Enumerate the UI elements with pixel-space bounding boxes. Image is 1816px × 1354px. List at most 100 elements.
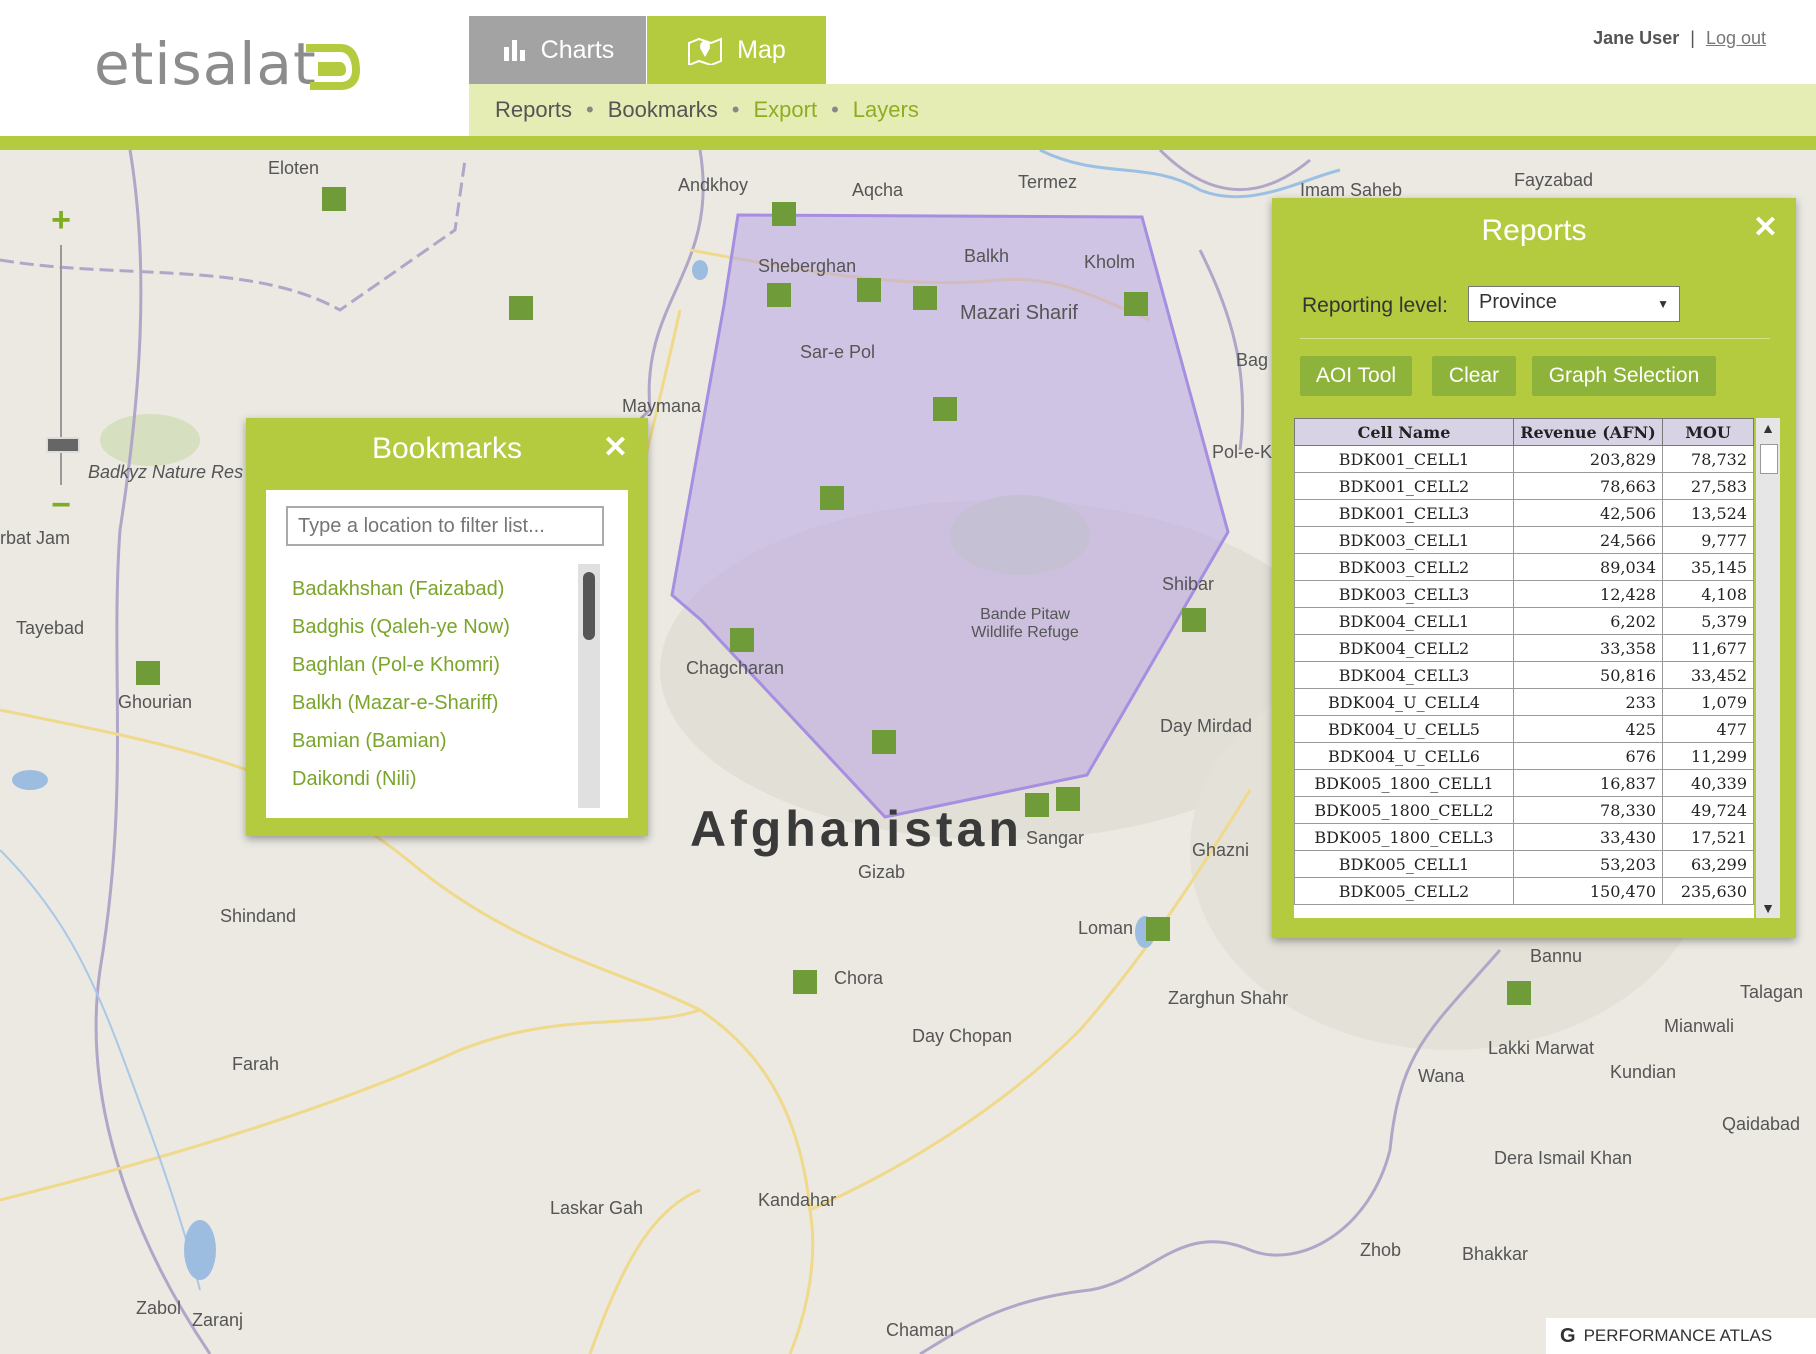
app-header: etisalat Charts Map Reports • Bookmarks … bbox=[0, 0, 1816, 140]
subnav-export[interactable]: Export bbox=[754, 97, 818, 123]
subnav-layers[interactable]: Layers bbox=[853, 97, 919, 123]
table-row[interactable]: BDK005_CELL1 53,203 63,299 bbox=[1294, 850, 1754, 878]
cell-marker[interactable] bbox=[1056, 787, 1080, 811]
divider bbox=[1300, 338, 1770, 339]
table-row[interactable]: BDK003_CELL2 89,034 35,145 bbox=[1294, 553, 1754, 581]
revenue-value: 12,428 bbox=[1513, 580, 1663, 608]
bookmark-list: Badakhshan (Faizabad) Badghis (Qaleh-ye … bbox=[292, 570, 582, 798]
cell-marker[interactable] bbox=[322, 187, 346, 211]
cell-marker[interactable] bbox=[913, 286, 937, 310]
scrollbar-thumb[interactable] bbox=[1760, 444, 1778, 474]
cell-marker[interactable] bbox=[772, 202, 796, 226]
sub-navigation: Reports • Bookmarks • Export • Layers bbox=[469, 84, 1816, 136]
subnav-reports[interactable]: Reports bbox=[495, 97, 572, 123]
bookmark-item[interactable]: Balkh (Mazar-e-Shariff) bbox=[292, 684, 582, 722]
logout-link[interactable]: Log out bbox=[1706, 28, 1766, 48]
cell-name: BDK005_1800_CELL2 bbox=[1294, 796, 1514, 824]
place-label: Day Chopan bbox=[912, 1026, 1013, 1046]
aoi-tool-button[interactable]: AOI Tool bbox=[1300, 356, 1412, 396]
table-row[interactable]: BDK003_CELL1 24,566 9,777 bbox=[1294, 526, 1754, 554]
place-label: Aqcha bbox=[852, 180, 904, 200]
scroll-up-icon[interactable]: ▲ bbox=[1756, 420, 1780, 436]
zoom-out-button[interactable]: − bbox=[44, 488, 78, 522]
table-row[interactable]: BDK005_1800_CELL3 33,430 17,521 bbox=[1294, 823, 1754, 851]
mou-value: 477 bbox=[1662, 715, 1754, 743]
cell-marker[interactable] bbox=[1146, 917, 1170, 941]
table-row[interactable]: BDK005_CELL2 150,470 235,630 bbox=[1294, 877, 1754, 905]
close-icon[interactable]: ✕ bbox=[1753, 210, 1778, 245]
table-row[interactable]: BDK004_CELL1 6,202 5,379 bbox=[1294, 607, 1754, 635]
cell-marker[interactable] bbox=[136, 661, 160, 685]
header-rule bbox=[0, 136, 1816, 150]
bookmark-filter-input[interactable] bbox=[286, 506, 604, 546]
place-label: Zabol bbox=[136, 1298, 182, 1318]
cell-marker[interactable] bbox=[857, 278, 881, 302]
column-header-mou[interactable]: MOU bbox=[1662, 418, 1754, 446]
table-row[interactable]: BDK004_CELL3 50,816 33,452 bbox=[1294, 661, 1754, 689]
cell-name: BDK001_CELL2 bbox=[1294, 472, 1514, 500]
revenue-value: 50,816 bbox=[1513, 661, 1663, 689]
bookmark-item[interactable]: Badghis (Qaleh-ye Now) bbox=[292, 608, 582, 646]
table-row[interactable]: BDK004_CELL2 33,358 11,677 bbox=[1294, 634, 1754, 662]
bookmarks-body: Badakhshan (Faizabad) Badghis (Qaleh-ye … bbox=[266, 490, 628, 818]
place-label: Mazari Sharif bbox=[960, 302, 1078, 324]
scroll-down-icon[interactable]: ▼ bbox=[1756, 900, 1780, 916]
subnav-bookmarks[interactable]: Bookmarks bbox=[608, 97, 718, 123]
cell-marker[interactable] bbox=[933, 397, 957, 421]
performance-atlas-badge: G PERFORMANCE ATLAS bbox=[1546, 1318, 1816, 1354]
mou-value: 17,521 bbox=[1662, 823, 1754, 851]
place-label: Mianwali bbox=[1664, 1016, 1735, 1036]
place-label: Kandahar bbox=[758, 1190, 837, 1210]
close-icon[interactable]: ✕ bbox=[603, 430, 628, 465]
place-label: Day Mirdad bbox=[1160, 716, 1253, 736]
bookmark-item[interactable]: Baghlan (Pol-e Khomri) bbox=[292, 646, 582, 684]
mou-value: 13,524 bbox=[1662, 499, 1754, 527]
table-row[interactable]: BDK004_U_CELL5 425 477 bbox=[1294, 715, 1754, 743]
etisalat-logo: etisalat bbox=[94, 30, 317, 98]
cell-marker[interactable] bbox=[820, 486, 844, 510]
cell-marker[interactable] bbox=[730, 628, 754, 652]
table-row[interactable]: BDK001_CELL3 42,506 13,524 bbox=[1294, 499, 1754, 527]
scrollbar-thumb[interactable] bbox=[583, 572, 595, 640]
chevron-down-icon: ▼ bbox=[1657, 297, 1669, 311]
bookmark-item[interactable]: Bamian (Bamian) bbox=[292, 722, 582, 760]
bookmark-item[interactable]: Badakhshan (Faizabad) bbox=[292, 570, 582, 608]
cell-marker[interactable] bbox=[793, 970, 817, 994]
table-row[interactable]: BDK001_CELL2 78,663 27,583 bbox=[1294, 472, 1754, 500]
tab-map[interactable]: Map bbox=[647, 16, 826, 84]
clear-button[interactable]: Clear bbox=[1432, 356, 1516, 396]
place-label: Lakki Marwat bbox=[1488, 1038, 1595, 1058]
bookmark-scrollbar[interactable] bbox=[578, 564, 600, 808]
cell-name: BDK003_CELL2 bbox=[1294, 553, 1514, 581]
place-label: Chora bbox=[834, 968, 884, 988]
graph-selection-button[interactable]: Graph Selection bbox=[1532, 356, 1716, 396]
table-row[interactable]: BDK001_CELL1 203,829 78,732 bbox=[1294, 445, 1754, 473]
column-header-cell-name[interactable]: Cell Name bbox=[1294, 418, 1514, 446]
reporting-level-select[interactable]: Province ▼ bbox=[1468, 286, 1680, 322]
cell-marker[interactable] bbox=[1025, 793, 1049, 817]
place-label: Chaman bbox=[886, 1320, 955, 1340]
zoom-slider-handle[interactable] bbox=[46, 437, 80, 453]
column-header-revenue[interactable]: Revenue (AFN) bbox=[1513, 418, 1663, 446]
table-row[interactable]: BDK005_1800_CELL2 78,330 49,724 bbox=[1294, 796, 1754, 824]
table-scrollbar[interactable]: ▲ ▼ bbox=[1756, 418, 1780, 918]
revenue-value: 150,470 bbox=[1513, 877, 1663, 905]
cell-marker[interactable] bbox=[767, 283, 791, 307]
tab-charts[interactable]: Charts bbox=[469, 16, 646, 84]
cell-marker[interactable] bbox=[1507, 981, 1531, 1005]
table-row[interactable]: BDK004_U_CELL6 676 11,299 bbox=[1294, 742, 1754, 770]
table-row[interactable]: BDK005_1800_CELL1 16,837 40,339 bbox=[1294, 769, 1754, 797]
mou-value: 63,299 bbox=[1662, 850, 1754, 878]
cell-marker[interactable] bbox=[872, 730, 896, 754]
report-table-container: Cell Name Revenue (AFN) MOU BDK001_CELL1… bbox=[1294, 418, 1754, 918]
cell-marker[interactable] bbox=[509, 296, 533, 320]
bookmark-item[interactable]: Daikondi (Nili) bbox=[292, 760, 582, 798]
table-row[interactable]: BDK003_CELL3 12,428 4,108 bbox=[1294, 580, 1754, 608]
zoom-in-button[interactable]: + bbox=[44, 203, 78, 237]
cell-marker[interactable] bbox=[1182, 608, 1206, 632]
mou-value: 4,108 bbox=[1662, 580, 1754, 608]
cell-marker[interactable] bbox=[1124, 292, 1148, 316]
tab-map-label: Map bbox=[737, 35, 786, 64]
table-row[interactable]: BDK004_U_CELL4 233 1,079 bbox=[1294, 688, 1754, 716]
revenue-value: 78,330 bbox=[1513, 796, 1663, 824]
